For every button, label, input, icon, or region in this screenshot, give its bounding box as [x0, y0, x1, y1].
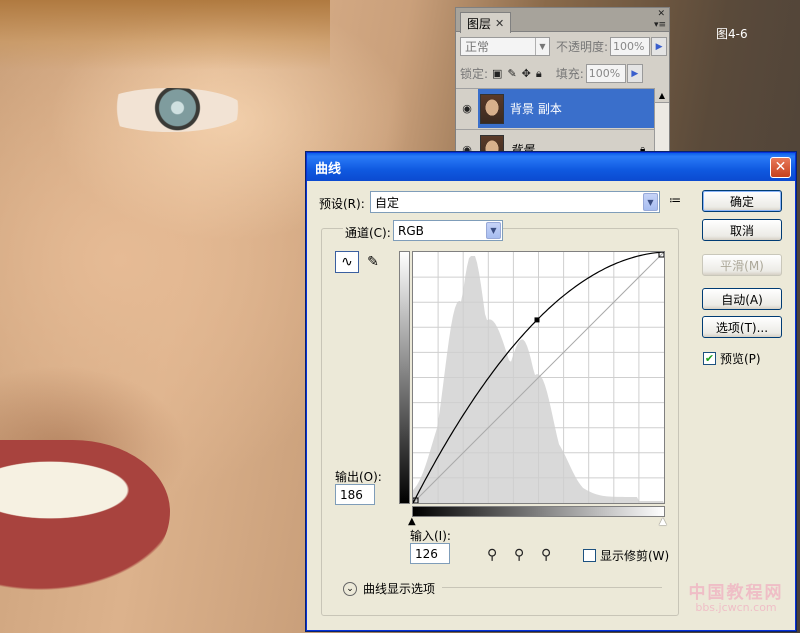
close-icon[interactable]: ✕ — [770, 156, 791, 178]
blend-row: 正常 ▼ 不透明度: 100% ▶ — [460, 37, 668, 56]
tab-layers[interactable]: 图层 ✕ — [460, 12, 512, 33]
close-icon[interactable]: ✕ — [495, 17, 504, 30]
input-label: 输入(I): — [410, 529, 451, 543]
chevron-down-icon: ▼ — [643, 193, 658, 211]
figure-label: 图4-6 — [716, 27, 748, 41]
expand-chevron-icon[interactable]: ⌄ — [343, 581, 357, 596]
curve-display-options-toggle[interactable]: ⌄ 曲线显示选项 — [343, 580, 435, 597]
panel-close-icon[interactable]: ✕ — [657, 9, 665, 19]
layer-thumbnail — [480, 93, 504, 124]
smooth-button[interactable]: 平滑(M) — [702, 254, 782, 276]
ok-button[interactable]: 确定 — [702, 190, 782, 212]
curves-graph-svg[interactable] — [412, 251, 665, 504]
opacity-field[interactable]: 100% — [610, 37, 651, 56]
curve-point-tool-icon[interactable]: ∿ — [335, 251, 359, 273]
chevron-down-icon: ▼ — [486, 222, 501, 239]
layers-panel: 图层 ✕ ✕ ▾≡ 正常 ▼ 不透明度: 100% ▶ 锁定: ▣ ✎ ✥ 🔒︎… — [455, 7, 670, 165]
options-button[interactable]: 选项(T)... — [702, 316, 782, 338]
output-field[interactable]: 186 — [335, 484, 375, 505]
curves-graph[interactable] — [412, 251, 665, 504]
opacity-label: 不透明度: — [556, 40, 609, 54]
preview-checkbox[interactable]: ✔ 预览(P) — [703, 350, 761, 367]
blend-mode-select[interactable]: 正常 ▼ — [460, 37, 550, 56]
fill-slider-button[interactable]: ▶ — [626, 64, 643, 83]
output-gradient-bar — [399, 251, 410, 504]
lock-paint-icon[interactable]: ✎ — [507, 67, 516, 81]
photo-hair — [0, 0, 330, 70]
channel-select[interactable]: RGB ▼ — [393, 220, 503, 241]
gray-eyedropper-icon[interactable]: ⚲ — [514, 547, 524, 563]
curves-dialog: 曲线 ✕ 预设(R): 自定 ▼ ≔ 确定 取消 平滑(M) 自动(A) 选项(… — [306, 152, 796, 631]
output-label: 输出(O): — [335, 470, 382, 484]
auto-button[interactable]: 自动(A) — [702, 288, 782, 310]
checkbox-unchecked-icon[interactable] — [583, 549, 596, 562]
fill-field[interactable]: 100% — [585, 64, 626, 83]
white-slider-icon[interactable]: ▲ — [659, 516, 667, 527]
input-field[interactable]: 126 — [410, 543, 450, 564]
layer-row-background-copy[interactable]: ◉ 背景 副本 — [456, 88, 656, 129]
black-eyedropper-icon[interactable]: ⚲ — [487, 547, 497, 563]
preset-menu-icon[interactable]: ≔ — [669, 193, 681, 207]
panel-menu-icon[interactable]: ▾≡ — [654, 20, 666, 30]
cancel-button[interactable]: 取消 — [702, 219, 782, 241]
divider — [442, 587, 662, 588]
preset-select[interactable]: 自定 ▼ — [370, 191, 660, 213]
lock-move-icon[interactable]: ✥ — [522, 67, 531, 81]
watermark: 中国教程网 bbs.jcwcn.com — [688, 583, 784, 614]
tab-layers-label: 图层 — [467, 16, 492, 31]
white-eyedropper-icon[interactable]: ⚲ — [541, 547, 551, 563]
show-clipping-checkbox[interactable]: 显示修剪(W) — [583, 547, 669, 564]
lock-transparent-icon[interactable]: ▣ — [492, 67, 502, 81]
fill-label: 填充: — [555, 67, 584, 81]
pencil-icon[interactable]: ✎ — [361, 251, 385, 273]
preset-label: 预设(R): — [319, 197, 365, 211]
chevron-down-icon: ▼ — [535, 38, 549, 55]
layer-name: 背景 副本 — [510, 102, 562, 116]
lock-label: 锁定: — [460, 67, 489, 81]
photo-eye — [95, 88, 245, 132]
black-slider-icon[interactable]: ▲ — [408, 516, 416, 527]
dialog-title: 曲线 — [315, 161, 342, 177]
scroll-up-icon[interactable]: ▲ — [655, 88, 669, 103]
input-gradient-bar — [412, 506, 665, 517]
lock-all-icon[interactable]: 🔒︎ — [536, 67, 542, 81]
curves-titlebar[interactable]: 曲线 ✕ — [307, 153, 795, 181]
eye-icon[interactable]: ◉ — [456, 88, 478, 129]
lock-row: 锁定: ▣ ✎ ✥ 🔒︎ 填充: 100% ▶ — [460, 64, 643, 83]
layers-tabbar: 图层 ✕ ✕ ▾≡ — [456, 8, 669, 33]
checkbox-checked-icon[interactable]: ✔ — [703, 352, 716, 365]
opacity-slider-button[interactable]: ▶ — [651, 37, 668, 56]
layers-scrollbar[interactable]: ▲ — [654, 88, 669, 160]
control-point[interactable] — [534, 317, 540, 323]
channel-label: 通道(C): — [343, 224, 393, 241]
